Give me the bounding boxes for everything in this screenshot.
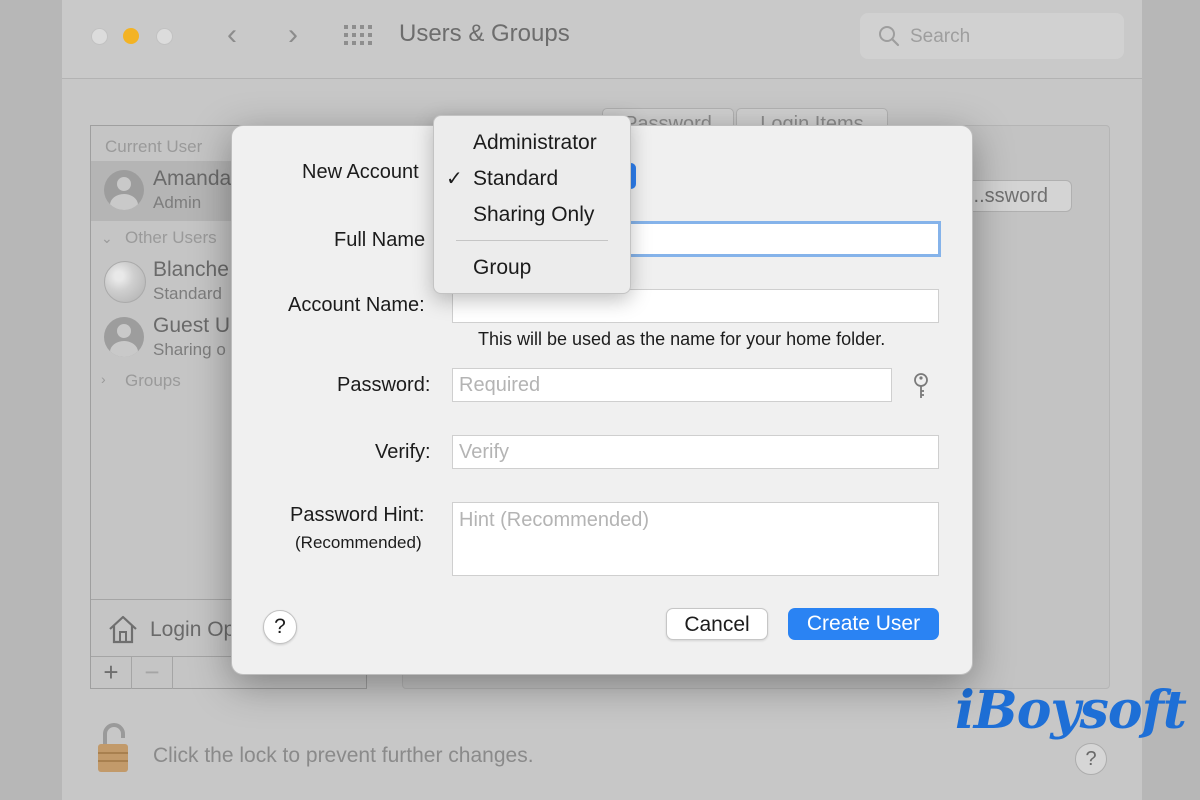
menu-item-label: Group xyxy=(473,256,532,279)
account-name-help-text: This will be used as the name for your h… xyxy=(478,329,886,349)
iboysoft-watermark-logo: iBoysoft xyxy=(955,680,1187,741)
user-name: Guest U xyxy=(153,314,231,337)
unlocked-padlock-icon[interactable] xyxy=(96,722,130,774)
zoom-window-button[interactable] xyxy=(156,28,173,45)
forward-button[interactable]: › xyxy=(278,20,308,52)
menu-separator xyxy=(456,240,608,241)
back-button[interactable]: ‹ xyxy=(217,20,247,52)
checkmark-icon: ✓ xyxy=(446,168,463,190)
login-options-label: Login Op xyxy=(150,618,236,641)
help-button[interactable]: ? xyxy=(1075,743,1107,775)
verify-field[interactable] xyxy=(452,435,939,469)
user-avatar-icon xyxy=(104,170,144,210)
new-account-label: New Account xyxy=(302,161,419,183)
search-field[interactable]: Search xyxy=(860,13,1124,59)
account-name-field[interactable] xyxy=(452,289,939,323)
password-label: Password: xyxy=(337,374,431,396)
groups-heading: Groups xyxy=(125,371,181,390)
user-role: Sharing o xyxy=(153,340,226,359)
password-hint-sublabel: (Recommended) xyxy=(295,533,422,552)
full-name-field[interactable] xyxy=(606,221,941,257)
full-name-label: Full Name xyxy=(334,229,426,251)
current-user-heading: Current User xyxy=(105,137,203,156)
dialog-help-button[interactable]: ? xyxy=(263,610,297,644)
menu-item-label: Sharing Only xyxy=(473,203,595,226)
menu-item-sharing-only[interactable]: Sharing Only xyxy=(434,198,630,232)
chevron-down-icon[interactable]: ⌄ xyxy=(101,230,113,247)
create-user-button[interactable]: Create User xyxy=(788,608,939,640)
verify-label: Verify: xyxy=(375,441,431,463)
user-name: Blanche xyxy=(153,258,229,281)
other-users-heading: Other Users xyxy=(125,228,217,247)
minimize-window-button[interactable] xyxy=(123,28,139,44)
account-name-label: Account Name: xyxy=(288,294,425,316)
menu-item-standard[interactable]: ✓ Standard xyxy=(434,162,630,196)
user-role: Standard xyxy=(153,284,222,303)
window-title: Users & Groups xyxy=(399,20,570,47)
chevron-right-icon[interactable]: › xyxy=(101,371,106,387)
user-name: Amanda xyxy=(153,167,232,190)
search-placeholder: Search xyxy=(910,26,971,47)
menu-item-administrator[interactable]: Administrator xyxy=(434,126,630,160)
search-icon xyxy=(879,26,900,47)
menu-item-label: Administrator xyxy=(473,131,597,154)
lock-status-text: Click the lock to prevent further change… xyxy=(153,744,534,767)
key-icon[interactable] xyxy=(910,372,932,400)
cancel-button[interactable]: Cancel xyxy=(666,608,768,640)
account-type-menu: Administrator ✓ Standard Sharing Only Gr… xyxy=(433,115,631,294)
remove-user-button[interactable]: − xyxy=(132,657,173,689)
password-hint-label: Password Hint: xyxy=(290,504,425,526)
title-bar: ‹ › Users & Groups Search xyxy=(62,0,1142,79)
house-icon xyxy=(109,615,137,644)
golf-ball-avatar-icon xyxy=(104,261,146,303)
password-hint-field[interactable] xyxy=(452,502,939,576)
user-role: Admin xyxy=(153,193,202,212)
user-avatar-icon xyxy=(104,317,144,357)
close-window-button[interactable] xyxy=(91,28,108,45)
add-user-button[interactable]: + xyxy=(91,657,132,689)
menu-item-label: Standard xyxy=(473,167,559,190)
menu-item-group[interactable]: Group xyxy=(434,251,630,285)
show-all-grid-icon[interactable] xyxy=(344,25,374,47)
password-field[interactable] xyxy=(452,368,892,402)
